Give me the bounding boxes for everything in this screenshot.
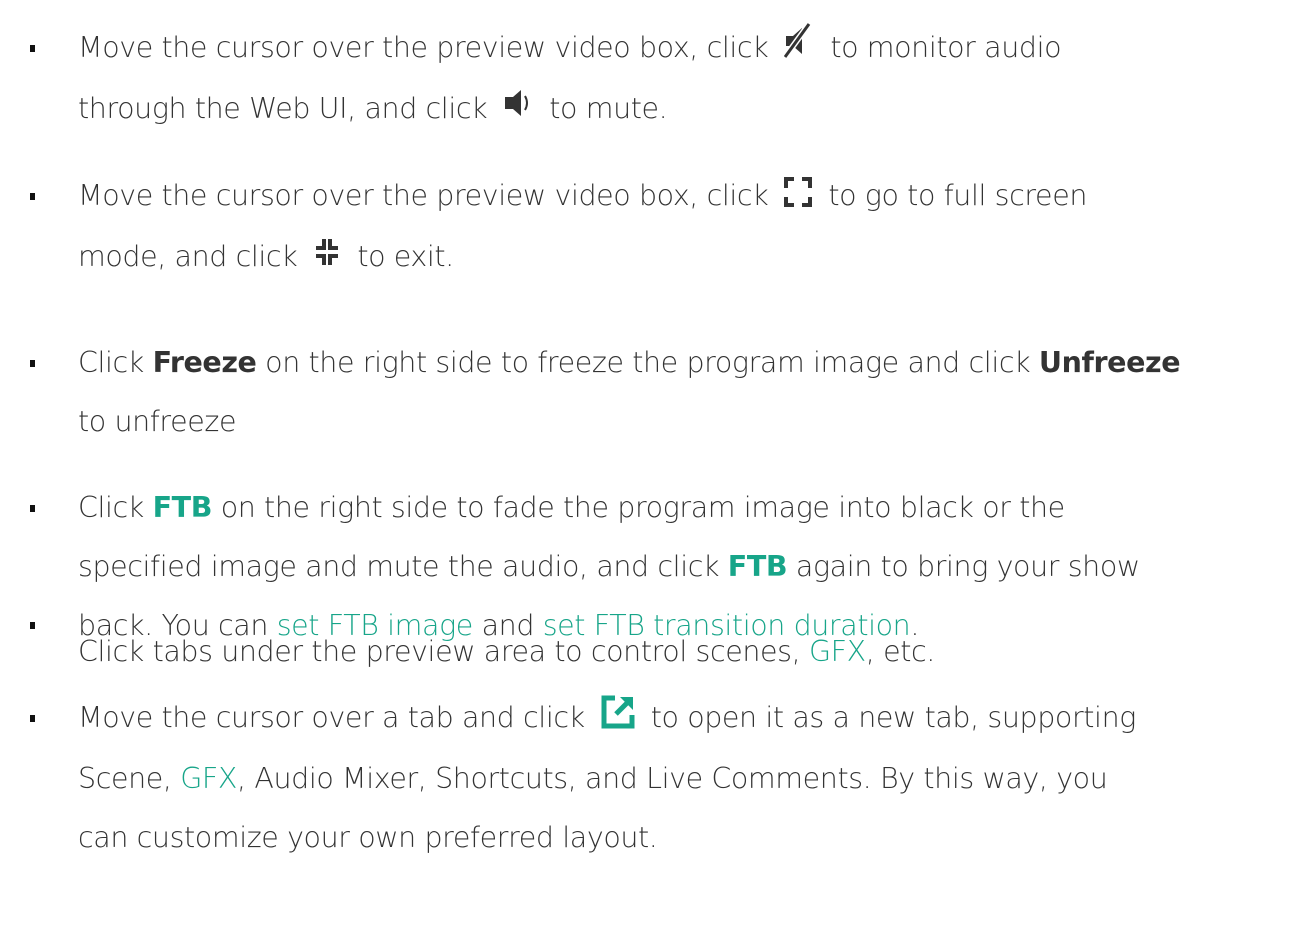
bullet-marker <box>30 45 35 52</box>
gfx-link[interactable]: GFX <box>809 635 866 668</box>
fullscreen-exit-icon <box>313 228 341 287</box>
muted-speaker-icon <box>782 20 814 79</box>
list-item-text: Move the cursor over the preview video b… <box>78 18 1293 139</box>
list-item-text: Move the cursor over a tab and click to o… <box>78 688 1293 867</box>
list-item-text: Click Freeze on the right side to freeze… <box>78 346 1181 438</box>
gfx-link[interactable]: GFX <box>180 762 237 795</box>
fullscreen-enter-icon <box>784 168 813 227</box>
bullet-marker <box>30 360 35 367</box>
speaker-on-icon <box>503 80 533 139</box>
ftb-label: FTB <box>727 550 788 583</box>
help-document: Move the cursor over the preview video b… <box>0 0 1315 945</box>
list-item-text: Click tabs under the preview area to con… <box>78 635 935 668</box>
list-item-text: Move the cursor over the preview video b… <box>78 166 1293 287</box>
bullet-marker <box>30 715 35 722</box>
open-in-new-tab-icon <box>601 690 635 749</box>
unfreeze-label: Unfreeze <box>1038 346 1181 379</box>
bullet-marker <box>30 505 35 512</box>
freeze-label: Freeze <box>152 346 257 379</box>
ftb-label: FTB <box>152 491 213 524</box>
bullet-marker <box>30 193 35 200</box>
bullet-marker <box>30 622 35 629</box>
